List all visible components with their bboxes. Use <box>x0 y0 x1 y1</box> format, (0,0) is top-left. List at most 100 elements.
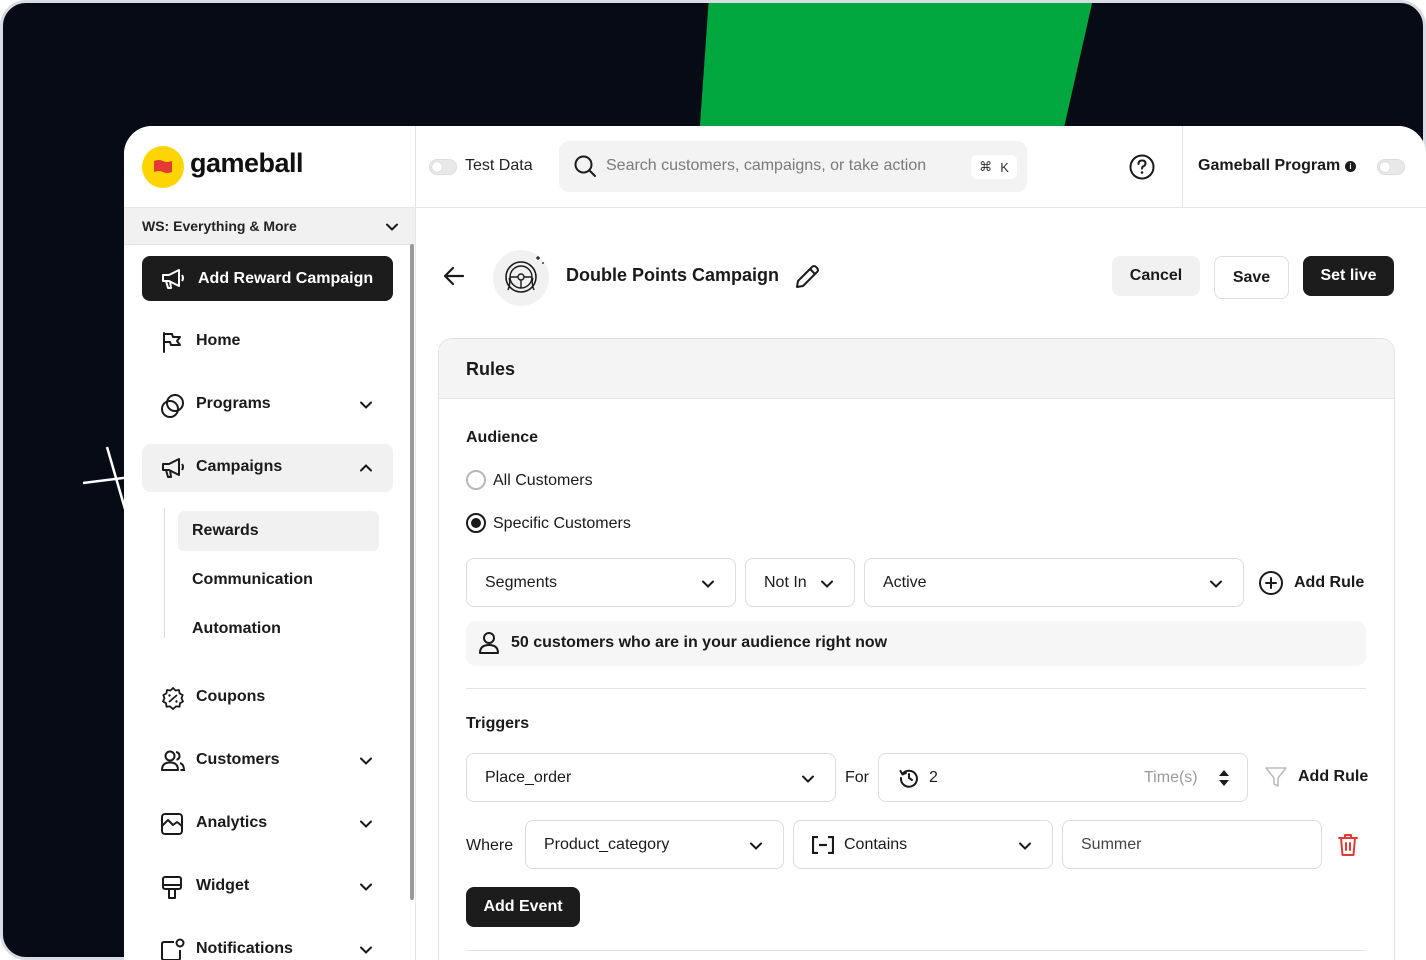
audience-add-rule-button[interactable]: Add Rule <box>1258 570 1364 596</box>
gameball-logo-icon <box>142 146 184 188</box>
chevron-down-icon <box>821 580 833 588</box>
plus-circle-icon <box>1259 571 1283 595</box>
notifications-icon <box>161 938 185 960</box>
condition-select[interactable]: Contains <box>793 820 1053 869</box>
search-icon <box>574 155 596 177</box>
sidebar-item-coupons[interactable]: Coupons <box>142 674 393 722</box>
program-switcher: Gameball Program i <box>1182 126 1426 208</box>
sidebar-item-label: Customers <box>196 751 280 768</box>
user-icon <box>479 632 499 654</box>
sidebar-subitem-label: Communication <box>192 571 313 588</box>
add-rule-label: Add Rule <box>1294 574 1365 591</box>
for-label: For <box>845 769 869 786</box>
program-label: Gameball Program <box>1198 157 1341 174</box>
contains-icon <box>812 836 834 854</box>
condition-value-input[interactable]: Summer <box>1062 820 1322 869</box>
sidebar-subitem-automation[interactable]: Automation <box>178 609 379 649</box>
trash-icon[interactable] <box>1337 833 1359 857</box>
chevron-down-icon <box>360 401 372 409</box>
test-data-toggle[interactable] <box>429 159 457 175</box>
add-rule-label: Add Rule <box>1298 768 1369 785</box>
top-bar: gameball Test Data Search customers, cam… <box>124 126 1426 208</box>
arrow-left-icon[interactable] <box>443 266 465 286</box>
sidebar-item-home[interactable]: Home <box>142 318 393 366</box>
trigger-count-stepper[interactable]: 2 Time(s) <box>878 753 1248 802</box>
main-content: Double Points Campaign Cancel Save Set l… <box>417 208 1426 960</box>
filter-icon <box>1265 767 1287 787</box>
brand-name: gameball <box>190 148 304 178</box>
megaphone-icon <box>162 268 184 289</box>
sidebar-subitem-rewards[interactable]: Rewards <box>178 511 379 551</box>
sidebar-item-label: Widget <box>196 877 250 894</box>
segment-field-select[interactable]: Segments <box>466 558 736 607</box>
audience-summary-text: 50 customers who are in your audience ri… <box>511 634 888 651</box>
campaign-avatar <box>493 250 549 306</box>
property-value: Product_category <box>544 836 670 853</box>
all-customers-radio[interactable] <box>466 470 486 490</box>
search-shortcut: ⌘ K <box>971 155 1017 179</box>
rules-title: Rules <box>466 359 516 379</box>
rules-card: Rules Audience All Customers Specific Cu… <box>438 338 1395 960</box>
cancel-button[interactable]: Cancel <box>1112 256 1200 296</box>
command-key-icon: ⌘ <box>979 159 993 174</box>
sort-arrows-icon[interactable] <box>1218 769 1230 787</box>
trigger-event-value: Place_order <box>485 769 572 786</box>
campaign-title: Double Points Campaign <box>566 265 780 285</box>
submenu-line <box>164 508 165 638</box>
help-icon[interactable] <box>1128 153 1156 181</box>
chevron-down-icon <box>360 757 372 765</box>
segment-field-value: Segments <box>485 574 558 591</box>
megaphone-icon <box>162 458 184 478</box>
sidebar-item-customers[interactable]: Customers <box>142 737 393 785</box>
sidebar-scrollbar[interactable] <box>410 244 414 900</box>
sidebar-item-campaigns[interactable]: Campaigns <box>142 444 393 492</box>
property-select[interactable]: Product_category <box>525 820 784 869</box>
trigger-event-select[interactable]: Place_order <box>466 753 836 802</box>
specific-customers-radio[interactable] <box>466 513 486 533</box>
trigger-add-rule-button[interactable]: Add Rule <box>1264 765 1368 789</box>
steering-wheel-icon <box>505 256 544 293</box>
save-button[interactable]: Save <box>1214 256 1289 299</box>
segment-value: Active <box>883 574 927 591</box>
section-divider <box>466 688 1366 689</box>
where-label: Where <box>466 837 514 854</box>
segment-value-select[interactable]: Active <box>864 558 1244 607</box>
section-divider <box>466 950 1366 951</box>
users-icon <box>161 750 186 771</box>
sidebar-item-programs[interactable]: Programs <box>142 381 393 429</box>
info-icon[interactable]: i <box>1345 161 1356 172</box>
test-data-label: Test Data <box>465 157 533 174</box>
search-placeholder: Search customers, campaigns, or take act… <box>606 157 927 174</box>
operator-select[interactable]: Not In <box>745 558 855 607</box>
coupon-icon <box>162 687 184 710</box>
sidebar: WS: Everything & More Add Reward Campaig… <box>124 208 416 960</box>
sidebar-subitem-communication[interactable]: Communication <box>178 560 379 600</box>
workspace-selector[interactable]: WS: Everything & More <box>124 208 415 245</box>
logo-area[interactable]: gameball <box>124 126 416 208</box>
chevron-up-icon <box>360 464 372 472</box>
condition-value: Contains <box>844 836 908 853</box>
programs-icon <box>161 394 184 418</box>
chevron-down-icon <box>360 946 372 954</box>
all-customers-label[interactable]: All Customers <box>493 472 593 490</box>
analytics-icon <box>161 813 183 835</box>
chevron-down-icon <box>750 842 762 850</box>
workspace-label: WS: Everything & More <box>142 218 297 234</box>
add-reward-campaign-button[interactable]: Add Reward Campaign <box>142 256 393 301</box>
sidebar-subitem-label: Automation <box>192 620 281 637</box>
sidebar-item-widget[interactable]: Widget <box>142 863 393 911</box>
specific-customers-label[interactable]: Specific Customers <box>493 515 631 533</box>
sidebar-item-analytics[interactable]: Analytics <box>142 800 393 848</box>
set-live-button[interactable]: Set live <box>1303 256 1394 296</box>
widget-icon <box>162 876 182 899</box>
chevron-down-icon <box>360 820 372 828</box>
chevron-down-icon <box>702 580 714 588</box>
chevron-down-icon <box>1210 580 1222 588</box>
chevron-down-icon <box>802 775 814 783</box>
search-input[interactable]: Search customers, campaigns, or take act… <box>559 141 1027 192</box>
add-event-button[interactable]: Add Event <box>466 887 580 927</box>
sidebar-item-notifications[interactable]: Notifications <box>142 926 393 960</box>
program-toggle[interactable] <box>1377 159 1405 175</box>
sidebar-subitem-label: Rewards <box>192 522 259 539</box>
pencil-icon[interactable] <box>793 263 821 291</box>
